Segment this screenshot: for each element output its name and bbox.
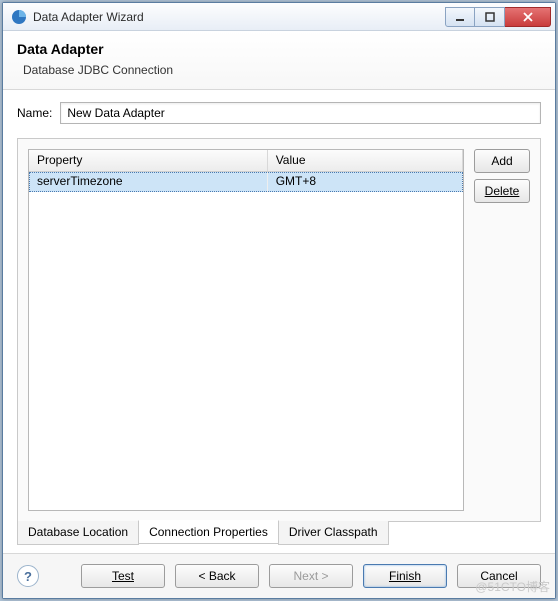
- minimize-icon: [455, 12, 465, 22]
- tab-strip: Database Location Connection Properties …: [17, 521, 541, 545]
- tab-connection-properties[interactable]: Connection Properties: [138, 520, 279, 544]
- maximize-button[interactable]: [475, 7, 505, 27]
- close-button[interactable]: [505, 7, 551, 27]
- maximize-icon: [485, 12, 495, 22]
- col-property[interactable]: Property: [29, 150, 268, 171]
- close-icon: [522, 12, 534, 22]
- app-icon: [11, 9, 27, 25]
- back-button[interactable]: < Back: [175, 564, 259, 588]
- table-side-buttons: Add Delete: [474, 149, 530, 511]
- finish-button[interactable]: Finish: [363, 564, 447, 588]
- window-controls: [445, 7, 551, 27]
- minimize-button[interactable]: [445, 7, 475, 27]
- connection-properties-body: Property Value serverTimezone GMT+8 Add …: [28, 149, 530, 511]
- test-button[interactable]: Test: [81, 564, 165, 588]
- table-row[interactable]: serverTimezone GMT+8: [29, 172, 463, 192]
- cell-value[interactable]: GMT+8: [268, 172, 463, 192]
- table-header: Property Value: [29, 150, 463, 172]
- next-button[interactable]: Next >: [269, 564, 353, 588]
- col-value[interactable]: Value: [268, 150, 463, 171]
- properties-table[interactable]: Property Value serverTimezone GMT+8: [28, 149, 464, 511]
- cancel-button[interactable]: Cancel: [457, 564, 541, 588]
- banner-title: Data Adapter: [17, 41, 541, 57]
- help-icon: ?: [24, 569, 32, 584]
- dialog-window: Data Adapter Wizard Data Adapter Databas…: [2, 2, 556, 599]
- titlebar: Data Adapter Wizard: [3, 3, 555, 31]
- banner-subtitle: Database JDBC Connection: [23, 63, 541, 77]
- tab-panel: Property Value serverTimezone GMT+8 Add …: [17, 138, 541, 522]
- name-row: Name:: [17, 102, 541, 124]
- help-button[interactable]: ?: [17, 565, 39, 587]
- window-title: Data Adapter Wizard: [33, 10, 445, 24]
- table-body: serverTimezone GMT+8: [29, 172, 463, 510]
- delete-button[interactable]: Delete: [474, 179, 530, 203]
- name-input[interactable]: [60, 102, 541, 124]
- tab-driver-classpath[interactable]: Driver Classpath: [278, 521, 389, 545]
- name-label: Name:: [17, 106, 52, 120]
- cell-property[interactable]: serverTimezone: [29, 172, 268, 192]
- tab-database-location[interactable]: Database Location: [17, 521, 139, 545]
- content-area: Name: Property Value serverTimezone GMT+…: [3, 90, 555, 553]
- add-button[interactable]: Add: [474, 149, 530, 173]
- wizard-banner: Data Adapter Database JDBC Connection: [3, 31, 555, 90]
- button-bar: ? Test < Back Next > Finish Cancel: [3, 553, 555, 598]
